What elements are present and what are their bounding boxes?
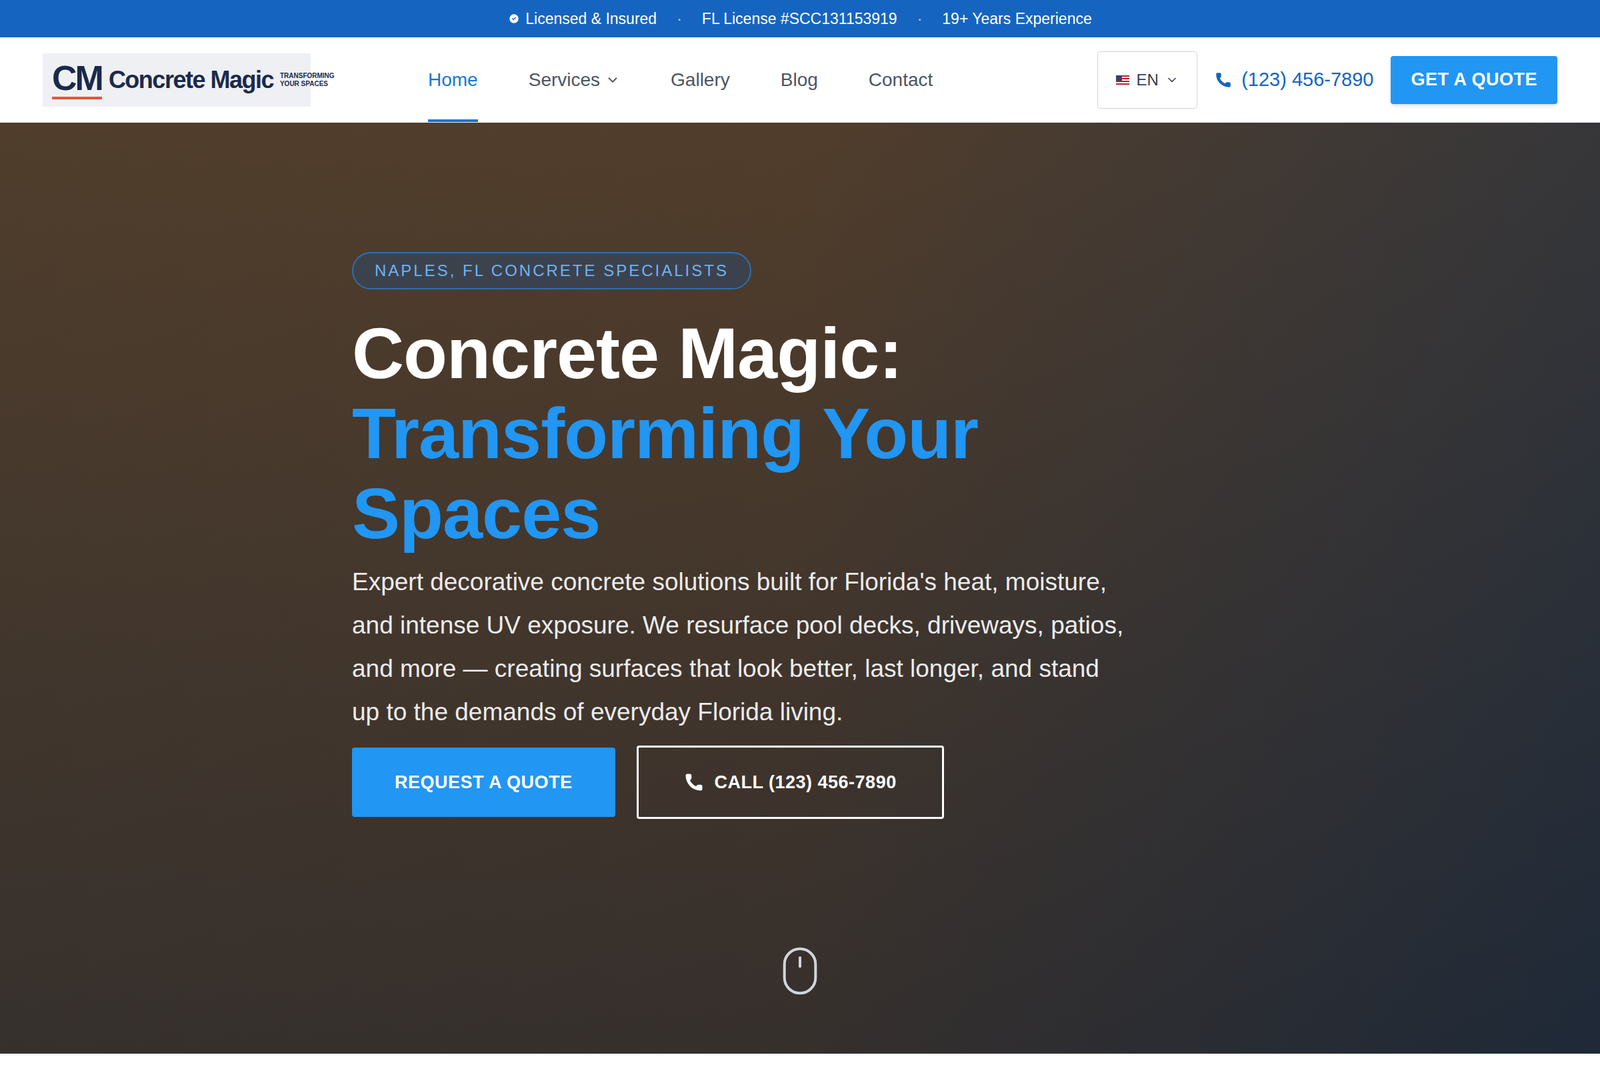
hero-buttons: REQUEST A QUOTE CALL (123) 456-7890 <box>352 745 944 819</box>
logo-tagline: TRANSFORMINGYOUR SPACES <box>280 72 335 88</box>
phone-icon <box>684 772 704 792</box>
hero-content: NAPLES, FL CONCRETE SPECIALISTS Concrete … <box>352 122 1139 819</box>
nav-item[interactable]: Gallery <box>670 37 730 122</box>
request-quote-button[interactable]: REQUEST A QUOTE <box>352 747 616 817</box>
header-actions: EN (123) 456-7890 GET A QUOTE <box>1097 51 1558 109</box>
header: CMConcrete MagicTRANSFORMINGYOUR SPACESH… <box>0 37 1600 123</box>
top-bar: Licensed & Insured · FL License #SCC131153… <box>0 0 1600 38</box>
phone-icon <box>1214 71 1232 89</box>
page: Licensed & Insured · FL License #SCC131153… <box>0 0 1600 1067</box>
nav-item[interactable]: Blog <box>780 37 818 122</box>
separator: · <box>917 7 923 31</box>
top-bar-item: FL License #SCC131153919 <box>702 7 898 31</box>
nav-item[interactable]: Home <box>428 37 478 122</box>
hero-description: Expert decorative concrete solutions bui… <box>352 560 1126 734</box>
chevron-down-icon <box>1165 73 1179 87</box>
separator: · <box>676 7 682 31</box>
logo-mark: CM <box>52 60 102 100</box>
main-nav: Home Services Gallery Blog Contact <box>428 37 933 122</box>
hero-title: Concrete Magic:Transforming Your Spaces <box>352 313 1139 554</box>
nav-item[interactable]: Contact <box>868 37 934 122</box>
check-circle-icon <box>508 12 520 25</box>
mouse-icon <box>773 944 827 998</box>
top-bar-item: 19+ Years Experience <box>942 7 1092 31</box>
chevron-down-icon <box>605 72 620 88</box>
nav-item[interactable]: Services <box>528 37 620 122</box>
language-selector[interactable]: EN <box>1097 51 1198 109</box>
hero: NAPLES, FL CONCRETE SPECIALISTS Concrete … <box>0 122 1600 1054</box>
header-phone[interactable]: (123) 456-7890 <box>1214 65 1374 95</box>
get-quote-button[interactable]: GET A QUOTE <box>1390 56 1558 104</box>
logo[interactable]: CMConcrete MagicTRANSFORMINGYOUR SPACES <box>42 53 311 107</box>
logo-name: Concrete Magic <box>108 68 274 92</box>
top-bar-item: Licensed & Insured <box>508 7 657 31</box>
hero-badge: NAPLES, FL CONCRETE SPECIALISTS <box>352 252 752 290</box>
flag-icon <box>1116 75 1130 85</box>
scroll-indicator[interactable] <box>0 944 1600 998</box>
call-button[interactable]: CALL (123) 456-7890 <box>636 745 944 819</box>
